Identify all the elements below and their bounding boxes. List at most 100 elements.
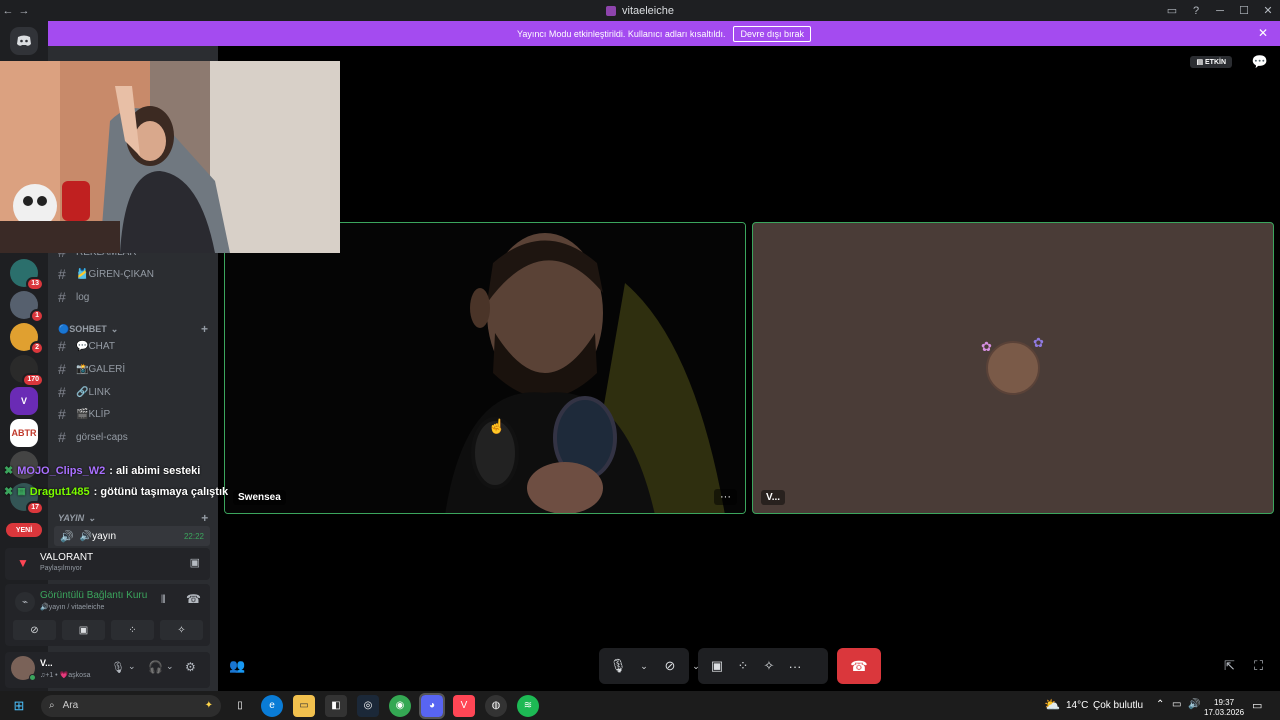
file-explorer-icon[interactable]: ▭ (293, 694, 315, 717)
taskbar-search[interactable]: ⌕ Ara ✦ (41, 694, 221, 717)
app-logo-icon (606, 5, 616, 16)
activity-panel: ▼ VALORANT Paylaşılmıyor ▣ (5, 548, 210, 580)
flower-decoration-icon: ✿ (981, 339, 992, 354)
channel-item[interactable]: # 🎽GİREN-ÇIKAN (58, 264, 208, 284)
server-icon[interactable]: V (10, 387, 38, 415)
add-channel-icon[interactable]: + (201, 322, 208, 336)
server-icon[interactable]: 13 (10, 259, 44, 291)
user-name: V... (40, 658, 53, 668)
network-icon[interactable]: ▭ (1172, 699, 1181, 710)
soundboard-icon[interactable]: ✧ (160, 620, 203, 640)
channel-item[interactable]: # görsel-caps (58, 427, 208, 447)
chat-overlay-line: ✖ ▦ Dragut1485 : götünü taşımaya çalıştı… (4, 485, 228, 499)
maximize-button[interactable]: ☐ (1232, 4, 1256, 17)
screen-share-icon[interactable]: ▣ (706, 658, 728, 674)
spotify-icon[interactable]: ≋ (517, 694, 539, 717)
share-screen-icon[interactable]: ▣ (190, 556, 200, 569)
volume-icon[interactable]: 🔊 (1188, 699, 1200, 710)
avatar (986, 341, 1040, 395)
chrome-icon[interactable]: ◉ (389, 694, 411, 717)
steam-icon[interactable]: ◎ (357, 694, 379, 717)
channel-item[interactable]: # 🎬KLİP (58, 404, 208, 424)
chevron-down-icon[interactable]: ⌄ (633, 661, 655, 672)
voice-channel-yayin[interactable]: 🔊 🔊yayın 22:22 (54, 526, 210, 546)
server-icon[interactable]: 2 (10, 323, 44, 355)
popout-icon[interactable]: ⇱ (1224, 658, 1235, 674)
chevron-up-icon[interactable]: ⌃ (1156, 699, 1164, 710)
camera-off-icon[interactable]: ⊘ (659, 658, 681, 674)
hash-icon: # (58, 361, 66, 377)
chevron-down-icon[interactable]: ⌄ (128, 661, 136, 672)
inbox-icon[interactable]: ▭ (1160, 4, 1184, 17)
activity-game: VALORANT (40, 552, 94, 563)
server-icon[interactable]: 1 (10, 291, 44, 323)
search-icon: ⌕ (49, 700, 55, 711)
close-window-button[interactable]: ✕ (1256, 4, 1280, 17)
server-badge: 17 (26, 501, 44, 515)
app-icon[interactable]: ◧ (325, 694, 347, 717)
category-yayin[interactable]: YAYIN ⌄ + (58, 511, 208, 525)
chat-bubble-icon[interactable]: 💬 (1252, 54, 1268, 70)
voice-channel-time: 22:22 (183, 531, 204, 541)
more-options-icon[interactable]: ··· (784, 659, 806, 674)
more-options-button[interactable]: ··· (714, 489, 737, 505)
video-tile-swensea[interactable]: Swensea ··· (224, 222, 746, 514)
voice-connection-panel: ⌁ Görüntülü Bağlantı Kuru 🔊yayın / vitae… (5, 584, 210, 646)
weather-temp[interactable]: 14°C (1066, 700, 1088, 711)
microphone-icon[interactable]: 🎙 (111, 661, 125, 674)
server-icon[interactable]: 170 (10, 355, 44, 387)
screen-share-icon[interactable]: ▣ (62, 620, 105, 640)
close-icon[interactable]: ✕ (1258, 26, 1268, 40)
activities-icon[interactable]: ⁘ (111, 620, 154, 640)
chat-badge-icon: ✖ (4, 465, 14, 477)
hash-icon: # (58, 406, 66, 422)
hang-up-button[interactable]: ☎ (837, 648, 881, 684)
task-view-icon[interactable]: ▯ (229, 695, 251, 717)
discord-home-icon[interactable] (10, 27, 38, 55)
weather-desc[interactable]: Çok bulutlu (1093, 700, 1143, 711)
channel-item[interactable]: # 💬CHAT (58, 336, 208, 356)
channel-item[interactable]: # 🔗LINK (58, 382, 208, 402)
hash-icon: # (58, 338, 66, 354)
category-sohbet[interactable]: 🔵SOHBET ⌄ + (58, 322, 208, 336)
clock[interactable]: 19:37 17.03.2026 (1204, 698, 1244, 718)
hash-icon: # (58, 429, 66, 445)
discord-taskbar-icon[interactable]: ◕ (419, 692, 445, 719)
headphones-icon[interactable]: 🎧 (148, 660, 163, 674)
microphone-icon[interactable]: 🎙 (607, 658, 629, 674)
hash-icon: # (58, 266, 66, 282)
video-tile-v[interactable]: ✿ ✿ V... (752, 222, 1274, 514)
channel-item[interactable]: # log (58, 287, 208, 307)
help-icon[interactable]: ? (1184, 5, 1208, 17)
chevron-down-icon: ⌄ (88, 512, 96, 523)
participant-name: V... (761, 490, 786, 505)
add-channel-icon[interactable]: + (201, 511, 208, 525)
windows-start-icon[interactable]: ⊞ (8, 695, 30, 717)
disconnect-icon[interactable]: ☎ (186, 592, 201, 606)
weather-icon[interactable]: ⛅ (1044, 697, 1060, 713)
server-badge: 13 (26, 277, 44, 291)
voice-status-subtitle: 🔊yayın / vitaeleiche (40, 604, 105, 611)
call-actions: ▣ ⁘ ✧ ··· (698, 648, 828, 684)
noise-suppression-icon[interactable]: ⫴ (161, 594, 166, 607)
minimize-button[interactable]: ─ (1208, 5, 1232, 17)
participant-video (225, 223, 745, 513)
server-icon-abtr[interactable]: ABTR (10, 419, 38, 447)
active-icon: ▤ (1196, 59, 1205, 66)
edge-icon[interactable]: e (261, 694, 283, 717)
camera-off-icon[interactable]: ⊘ (13, 620, 56, 640)
chevron-down-icon[interactable]: ⌄ (166, 661, 174, 672)
user-panel: V... ♫+1 • 💗aşkosa 🎙 ⌄ 🎧 ⌄ ⚙ (5, 652, 210, 688)
new-badge[interactable]: YENİ (6, 523, 42, 537)
activities-icon[interactable]: ⁘ (732, 658, 754, 674)
fullscreen-icon[interactable]: ⛶ (1254, 658, 1263, 674)
valorant-taskbar-icon[interactable]: V (453, 694, 475, 717)
gear-icon[interactable]: ⚙ (185, 660, 196, 674)
notification-icon[interactable]: ▭ (1252, 699, 1262, 712)
soundboard-icon[interactable]: ✧ (758, 658, 780, 674)
disable-streamer-mode-button[interactable]: Devre dışı bırak (733, 25, 811, 42)
app-icon[interactable]: ◍ (485, 694, 507, 717)
hash-icon: # (58, 384, 66, 400)
invite-user-icon[interactable]: 👥 (229, 658, 245, 674)
channel-item[interactable]: # 📸GALERİ (58, 359, 208, 379)
